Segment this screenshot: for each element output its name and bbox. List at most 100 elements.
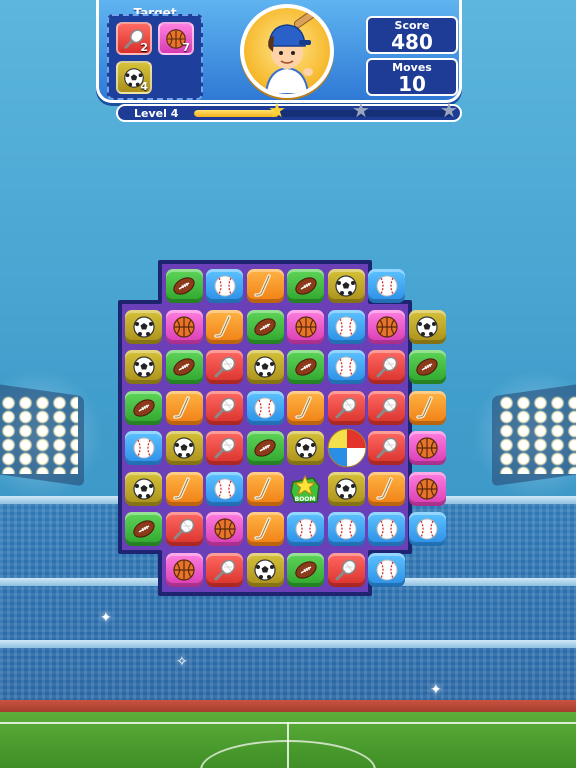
soccer-ball-icon: [294, 437, 317, 459]
tile-baseball[interactable]: [327, 309, 365, 344]
tile-tennis[interactable]: [206, 390, 243, 425]
hockey-stick-icon: [254, 476, 271, 500]
tile-tennis[interactable]: [206, 552, 243, 587]
tile-tennis[interactable]: [165, 512, 203, 546]
tile-soccer[interactable]: [125, 471, 162, 506]
beach-ball-icon: [327, 428, 366, 468]
tile-tennis[interactable]: [206, 431, 243, 465]
tile-hockey[interactable]: [246, 471, 284, 506]
tile-baseball[interactable]: [368, 269, 405, 303]
basketball-icon: [416, 437, 438, 459]
tile-football[interactable]: [246, 309, 284, 344]
tennis-racket-icon: [214, 559, 235, 580]
tile-soccer[interactable]: [125, 350, 162, 384]
tile-baseball[interactable]: [368, 512, 405, 546]
football-icon: [132, 398, 155, 417]
football-icon: [254, 439, 276, 457]
tile-basketball[interactable]: [165, 309, 203, 344]
tile-hockey[interactable]: [368, 471, 405, 506]
soccer-ball-icon: [132, 477, 155, 500]
tile-baseball[interactable]: [327, 350, 365, 384]
tile-football[interactable]: [125, 390, 162, 425]
baseball-icon: [295, 518, 316, 540]
basketball-icon: [294, 315, 317, 338]
tile-tennis[interactable]: [206, 350, 243, 384]
sparkle-icon: ✦: [100, 610, 112, 626]
tile-hockey[interactable]: [287, 390, 324, 425]
tile-soccer[interactable]: [246, 552, 284, 587]
tile-tennis[interactable]: [327, 390, 365, 425]
football-icon: [294, 277, 317, 295]
tile-football[interactable]: [246, 431, 284, 465]
tennis-racket-icon: [376, 437, 397, 459]
tile-basketball[interactable]: [408, 471, 446, 506]
tile-tennis[interactable]: [327, 552, 365, 587]
tile-hockey[interactable]: [246, 512, 284, 546]
tile-tennis[interactable]: [368, 350, 405, 384]
tile-football[interactable]: [287, 269, 324, 303]
score-box: Score 480: [366, 16, 458, 54]
hockey-stick-icon: [173, 476, 190, 500]
tile-baseball[interactable]: [125, 431, 162, 465]
progress-track: [194, 110, 452, 117]
stadium-light-left: [0, 370, 104, 500]
tile-baseball[interactable]: [327, 512, 365, 546]
baseball-icon: [416, 518, 438, 540]
tile-soccer[interactable]: [327, 471, 365, 506]
baseball-icon: [133, 437, 154, 459]
hockey-stick-icon: [254, 517, 271, 540]
tile-hockey[interactable]: [246, 269, 284, 303]
tennis-racket-icon: [214, 356, 235, 378]
hockey-stick-icon: [254, 274, 271, 297]
tile-hockey[interactable]: [165, 471, 203, 506]
tile-baseball[interactable]: [368, 552, 405, 587]
tile-hockey[interactable]: [165, 390, 203, 425]
tile-soccer[interactable]: [327, 269, 365, 303]
baseball-icon: [335, 356, 357, 378]
tile-basketball[interactable]: [206, 512, 243, 546]
boom-star-icon: BOOM: [290, 474, 320, 503]
tile-hockey[interactable]: [206, 309, 243, 344]
tile-football[interactable]: [287, 552, 324, 587]
football-icon: [132, 520, 155, 538]
soccer-ball-icon: [132, 315, 155, 338]
tile-tennis[interactable]: [368, 390, 405, 425]
football-icon: [294, 560, 317, 579]
baseball-icon: [376, 559, 397, 580]
tile-hockey[interactable]: [408, 390, 446, 425]
hockey-stick-icon: [173, 395, 190, 419]
tile-baseball[interactable]: [246, 390, 284, 425]
tile-soccer[interactable]: [125, 309, 162, 344]
tile-soccer[interactable]: [246, 350, 284, 384]
tile-baseball[interactable]: [206, 269, 243, 303]
hockey-stick-icon: [294, 395, 312, 419]
tile-football[interactable]: [165, 350, 203, 384]
tile-football[interactable]: [287, 350, 324, 384]
tile-football[interactable]: [165, 269, 203, 303]
star-icon: ★: [440, 98, 458, 122]
tile-baseball[interactable]: [408, 512, 446, 546]
tile-tennis[interactable]: [368, 431, 405, 465]
player-avatar: [240, 4, 334, 98]
level-progress-bar: Level 4 ★ ★ ★: [116, 100, 462, 122]
beach-ball-powerup[interactable]: [326, 427, 368, 469]
tile-football[interactable]: [125, 512, 162, 546]
soccer-ball-icon: [173, 437, 195, 459]
stadium-light-right: [472, 370, 576, 500]
tile-football[interactable]: [408, 350, 446, 384]
tile-soccer[interactable]: [287, 431, 324, 465]
tile-soccer[interactable]: [165, 431, 203, 465]
basketball-icon: [213, 518, 236, 540]
tile-baseball[interactable]: [206, 471, 243, 506]
soccer-ball-icon: [132, 356, 155, 378]
tile-soccer[interactable]: [408, 309, 446, 344]
target-item-soccer: 4: [116, 61, 152, 94]
tile-basketball[interactable]: [408, 431, 446, 465]
tile-baseball[interactable]: [287, 512, 324, 546]
baseball-icon: [335, 518, 357, 540]
tile-basketball[interactable]: [165, 552, 203, 587]
tennis-racket-icon: [376, 397, 397, 418]
tile-basketball[interactable]: [287, 309, 324, 344]
boom-box-powerup[interactable]: BOOM: [287, 472, 324, 506]
tile-basketball[interactable]: [368, 309, 405, 344]
